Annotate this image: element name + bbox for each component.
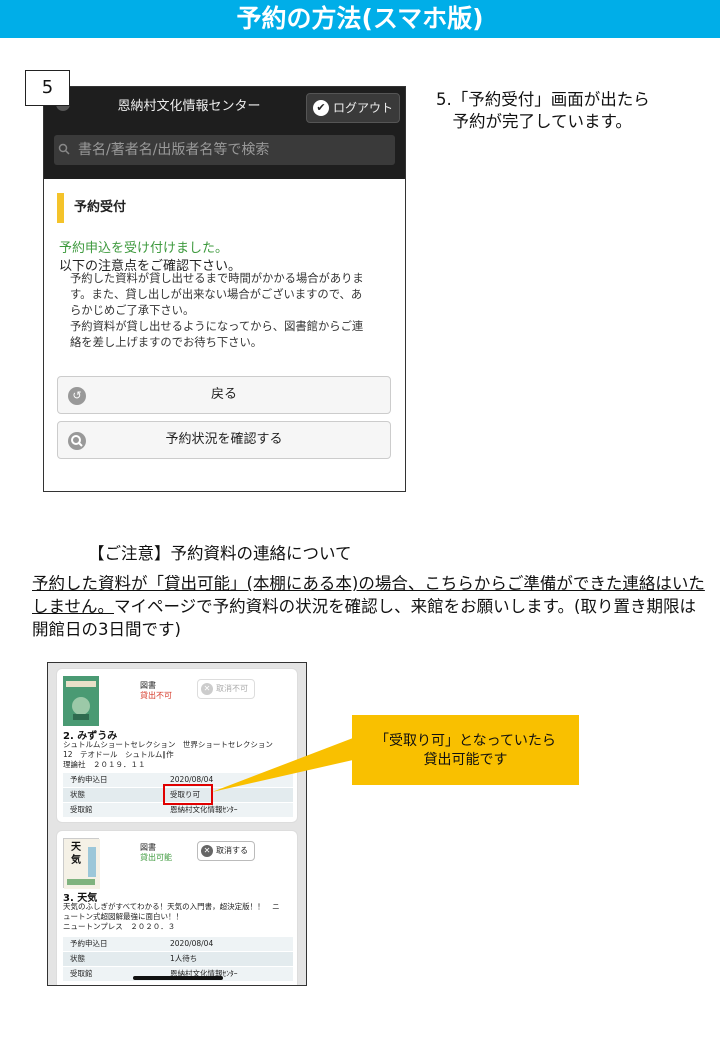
- search-icon: [58, 143, 72, 157]
- page-title: 予約の方法(スマホ版): [0, 0, 720, 38]
- check-status-button[interactable]: 予約状況を確認する: [57, 421, 391, 459]
- logout-label: ログアウト: [333, 101, 394, 115]
- search-input[interactable]: 書名/著者名/出版者名等で検索: [54, 135, 395, 165]
- back-button[interactable]: ↺ 戻る: [57, 376, 391, 414]
- cancel-reservation-button[interactable]: ✕ 取消する: [197, 841, 255, 861]
- back-button-label: 戻る: [210, 387, 237, 402]
- cancel-disabled-label: 取消不可: [216, 684, 248, 693]
- step-number-badge: 5: [25, 70, 70, 106]
- note-heading: 【ご注意】予約資料の連絡について: [88, 544, 352, 563]
- magnifier-icon: [68, 432, 86, 450]
- note-rest: マイページで予約資料の状況を確認し、来館をお願いします。(取り置き期限は開館日の…: [32, 597, 696, 639]
- check-status-label: 予約状況を確認する: [165, 432, 283, 447]
- callout-pointer: [212, 738, 353, 792]
- logout-button[interactable]: ✔ ログアウト: [306, 93, 400, 123]
- reservation-complete-screenshot: 恩納村文化情報センター ✔ ログアウト 書名/著者名/出版者名等で検索 予約受付…: [43, 86, 406, 492]
- detail-row-date: 予約申込日 2020/08/04: [63, 937, 293, 951]
- step-caption: 5.「予約受付」画面が出たら 予約が完了しています。: [436, 90, 650, 131]
- cover-title: 天気: [71, 842, 81, 866]
- note-body: 予約した資料が「貸出可能」(本棚にある本)の場合、こちらからご準備ができた連絡は…: [32, 572, 712, 641]
- section-title: 予約受付: [57, 193, 257, 223]
- detail-label: 状態: [70, 954, 85, 963]
- detail-value: 2020/08/04: [170, 939, 214, 948]
- loan-status: 貸出可能: [140, 853, 172, 862]
- success-message: 予約申込を受け付けました。: [59, 241, 229, 256]
- cancel-button-label: 取消する: [216, 846, 248, 855]
- callout-box: 「受取り可」となっていたら 貸出可能です: [352, 715, 579, 785]
- detail-value: 恩納村文化情報ｾﾝﾀｰ: [170, 805, 238, 814]
- cancel-x-icon: ✕: [201, 845, 213, 857]
- site-name: 恩納村文化情報センター: [117, 99, 261, 114]
- detail-label: 予約申込日: [70, 939, 108, 948]
- detail-value: 1人待ち: [170, 954, 198, 963]
- check-icon: ✔: [313, 100, 329, 116]
- book-description: 天気のふしぎがすべてわかる！天気の入門書，超決定版！！ ニ ュートン式超図解最強…: [63, 902, 280, 931]
- book-cover-image: [63, 676, 99, 726]
- app-header: 恩納村文化情報センター ✔ ログアウト 書名/著者名/出版者名等で検索: [44, 87, 405, 179]
- back-arrow-icon: ↺: [68, 387, 86, 405]
- home-indicator: [133, 976, 223, 980]
- loan-status: 貸出不可: [140, 691, 172, 700]
- detail-label: 状態: [70, 790, 85, 799]
- cancel-x-icon: ✕: [201, 683, 213, 695]
- cancel-disabled-button: ✕ 取消不可: [197, 679, 255, 699]
- reservation-card: 天気 図書 貸出可能 ✕ 取消する 3. 天気 天気のふしぎがすべてわかる！天気…: [56, 830, 298, 985]
- detail-label: 受取館: [70, 969, 93, 978]
- detail-label: 予約申込日: [70, 775, 108, 784]
- detail-row-state: 状態 1人待ち: [63, 952, 293, 966]
- detail-row-pickup: 受取館 恩納村文化情報ｾﾝﾀｰ: [63, 803, 293, 817]
- search-placeholder: 書名/著者名/出版者名等で検索: [78, 142, 270, 158]
- detail-label: 受取館: [70, 805, 93, 814]
- notice-body: 予約した資料が貸し出せるまで時間がかかる場合がありま す。また、貸し出しが出来な…: [70, 272, 364, 349]
